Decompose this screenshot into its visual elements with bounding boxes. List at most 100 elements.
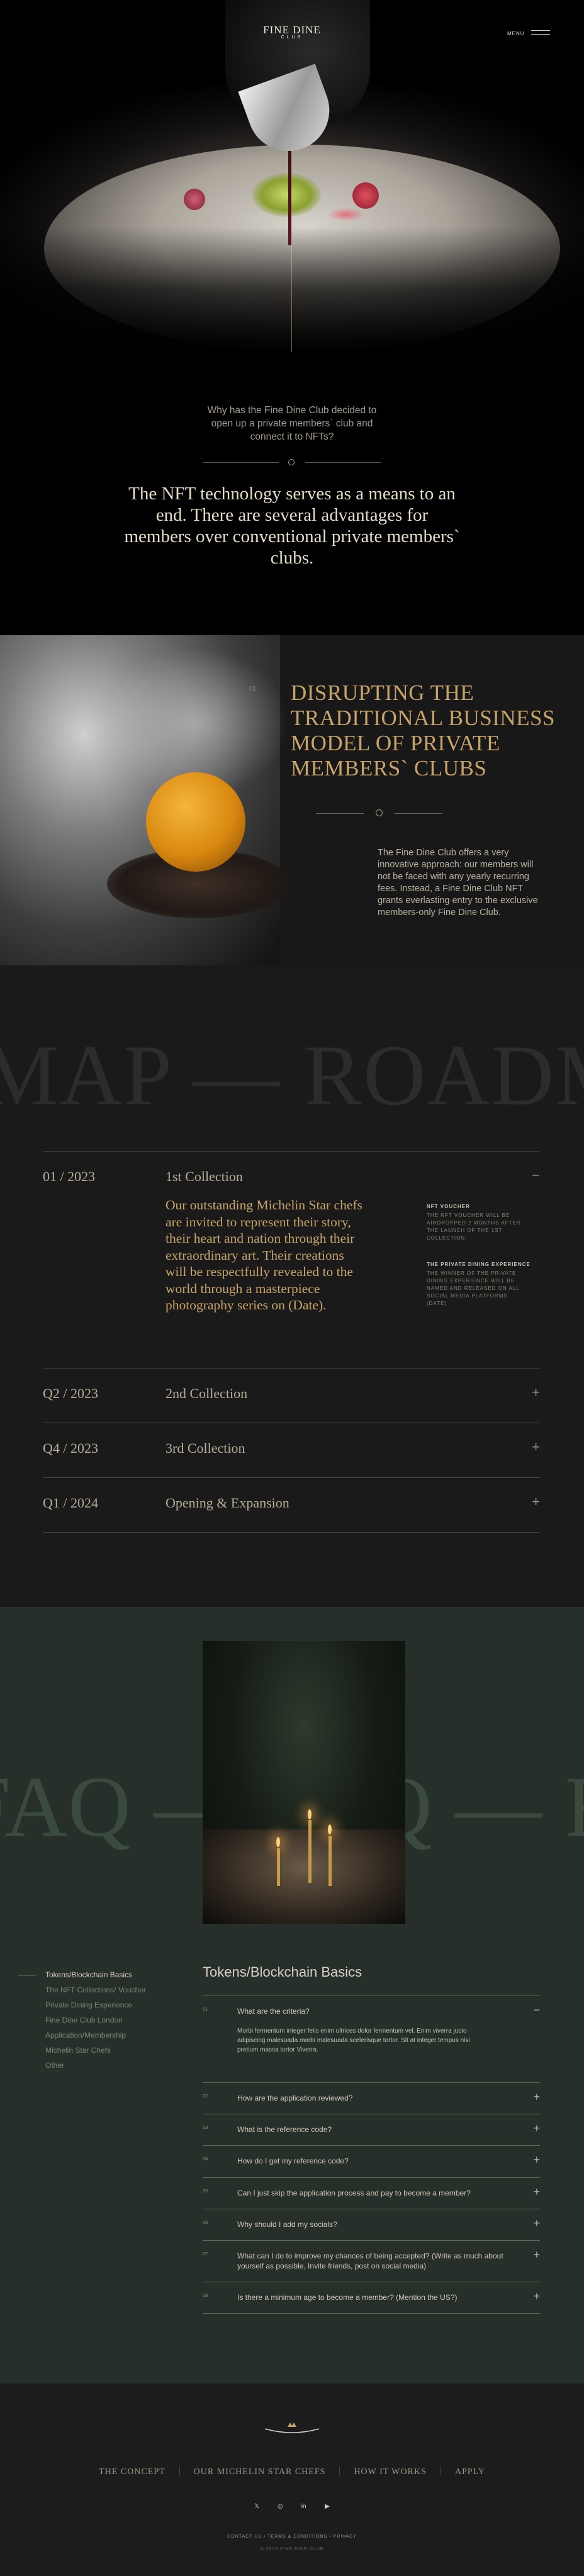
faq-item[interactable]: 03 What is the reference code? + [203,2114,540,2145]
roadmap-item[interactable]: Q2 / 2023 2nd Collection + [43,1368,540,1423]
disrupt-heading: DISRUPTING THE TRADITIONAL BUSINESS MODE… [291,680,555,780]
roadmap-section: MAP — ROADMAP — ROADM 01 / 2023 1st Coll… [0,965,584,1607]
roadmap-item[interactable]: Q1 / 2024 Opening & Expansion + [43,1477,540,1532]
faq-question: Can I just skip the application process … [237,2189,471,2197]
roadmap-item[interactable]: Q4 / 2023 3rd Collection + [43,1423,540,1477]
faq-category-item[interactable]: Private Dining Experience [45,1997,146,2012]
faq-divider [203,2313,540,2314]
faq-category-item[interactable]: Michelin Star Chefs [45,2043,146,2058]
footer-link-concept[interactable]: THE CONCEPT [99,2467,166,2477]
dining-table-image [203,1641,405,1924]
egg-yolk-image [146,772,245,872]
faq-category-item[interactable]: Application/Membership [45,2028,146,2043]
nav-separator [179,2467,180,2475]
garnish-herbs [252,173,321,217]
footer-link-apply[interactable]: APPLY [455,2467,485,2477]
crown-logo-icon[interactable] [264,2420,320,2435]
faq-category-item[interactable]: Other [45,2058,146,2073]
menu-label[interactable]: MENU [507,31,525,36]
collapse-icon[interactable]: − [533,2004,540,2017]
hero-section: FINE DINE CLUB MENU [0,0,584,352]
roadmap-item[interactable]: 01 / 2023 1st Collection − Our outstandi… [43,1151,540,1368]
instagram-icon[interactable]: ◎ [275,2503,285,2510]
expand-icon[interactable]: + [532,1384,540,1401]
disrupt-section: 01 DISRUPTING THE TRADITIONAL BUSINESS M… [0,635,584,965]
faq-section-title: Tokens/Blockchain Basics [203,1964,362,1980]
faq-number: 07 [203,2251,208,2257]
expand-icon[interactable]: + [533,2090,540,2104]
roadmap-side-heading: THE PRIVATE DINING EXPERIENCE [427,1262,531,1267]
expand-icon[interactable]: + [533,2248,540,2262]
roadmap-title: Opening & Expansion [166,1495,289,1511]
faq-item[interactable]: 04 How do I get my reference code? + [203,2145,540,2177]
expand-icon[interactable]: + [532,1494,540,1510]
roadmap-side-text: THE WINNER OF THE PRIVATE DINING EXPERIE… [427,1270,520,1306]
expand-icon[interactable]: + [533,2217,540,2230]
faq-item[interactable]: 08 Is there a minimum age to become a me… [203,2282,540,2313]
collapse-icon[interactable]: − [532,1167,540,1184]
divider-circle-icon [376,809,383,816]
candle-flame [276,1837,280,1847]
faq-section: FAQ — FAQ — FAQ — FAQ — Tokens/Blockchai… [0,1607,584,2384]
hero-divider-line [291,239,292,352]
roadmap-side-text: THE NFT VOUCHER WILL BE AIRDROPPED 2 MON… [427,1213,521,1241]
faq-category-item[interactable]: Fine Dine Club London [45,2012,146,2028]
footer-legal-links[interactable]: CONTACT US • TERMS & CONDITIONS • PRIVAC… [0,2534,584,2539]
roadmap-side-heading: NFT VOUCHER [427,1204,470,1209]
faq-question: How do I get my reference code? [237,2157,349,2165]
faq-answer: Morbi fermentum integer felis enim ultri… [237,2028,470,2053]
expand-icon[interactable]: + [533,2122,540,2135]
faq-category-item[interactable]: Tokens/Blockchain Basics [45,1967,146,1982]
expand-icon[interactable]: + [533,2153,540,2167]
hamburger-menu-icon[interactable] [531,30,550,38]
brand-logo[interactable]: FINE DINE CLUB [261,24,323,40]
intro-statement: The NFT technology serves as a means to … [124,484,460,568]
intro-section: Why has the Fine Dine Club decided to op… [0,352,584,635]
faq-question: What are the criteria? [237,2007,310,2016]
top-navigation: FINE DINE CLUB MENU [0,20,584,45]
faq-item[interactable]: 02 How are the application reviewed? + [203,2082,540,2114]
divider-line [203,462,279,463]
faq-number: 06 [203,2219,208,2225]
roadmap-title: 3rd Collection [166,1440,245,1456]
faq-number: 08 [203,2292,208,2298]
copyright: © 2023 FINE DINE CLUB [260,2547,324,2551]
expand-icon[interactable]: + [532,1439,540,1455]
social-links: 𝕏 ◎ in ▶ [252,2503,332,2510]
faq-category-item[interactable]: The NFT Collections/ Voucher [45,1982,146,1997]
faq-number: 03 [203,2124,208,2130]
faq-item[interactable]: 06 Why should I add my socials? + [203,2209,540,2240]
expand-icon[interactable]: + [533,2185,540,2199]
faq-item[interactable]: 01 What are the criteria? − Morbi fermen… [203,1996,540,2082]
faq-question: Is there a minimum age to become a membe… [237,2293,458,2302]
section-number: 01 [249,686,257,692]
youtube-icon[interactable]: ▶ [322,2503,332,2510]
divider-line [305,462,381,463]
faq-category-list: Tokens/Blockchain Basics The NFT Collect… [18,1967,146,2073]
garnish-raspberry [184,189,205,210]
roadmap-date: 01 / 2023 [43,1169,96,1184]
expand-icon[interactable]: + [533,2290,540,2303]
roadmap-description: Our outstanding Michelin Star chefs are … [166,1197,362,1313]
nav-separator [339,2467,340,2475]
roadmap-title: 1st Collection [166,1169,243,1184]
footer: THE CONCEPT OUR MICHELIN STAR CHEFS HOW IT… [0,2384,584,2576]
faq-item[interactable]: 07 What can I do to improve my chances o… [203,2240,540,2282]
linkedin-icon[interactable]: in [299,2503,309,2510]
disrupt-body: The Fine Dine Club offers a very innovat… [378,848,538,918]
roadmap-date: Q1 / 2024 [43,1495,98,1511]
divider-circle-icon [288,459,295,465]
roadmap-date: Q2 / 2023 [43,1385,98,1401]
faq-number: 04 [203,2156,208,2162]
hero-pour-stream [288,151,291,245]
faq-number: 05 [203,2188,208,2194]
faq-question: How are the application reviewed? [237,2094,353,2102]
footer-link-chefs[interactable]: OUR MICHELIN STAR CHEFS [194,2467,326,2477]
intro-question: Why has the Fine Dine Club decided to op… [207,405,377,442]
roadmap-date: Q4 / 2023 [43,1440,98,1456]
footer-link-how-it-works[interactable]: HOW IT WORKS [354,2467,426,2477]
twitter-icon[interactable]: 𝕏 [252,2503,262,2510]
roadmap-title: 2nd Collection [166,1385,248,1401]
garnish-dots [327,208,365,221]
faq-item[interactable]: 05 Can I just skip the application proce… [203,2177,540,2209]
